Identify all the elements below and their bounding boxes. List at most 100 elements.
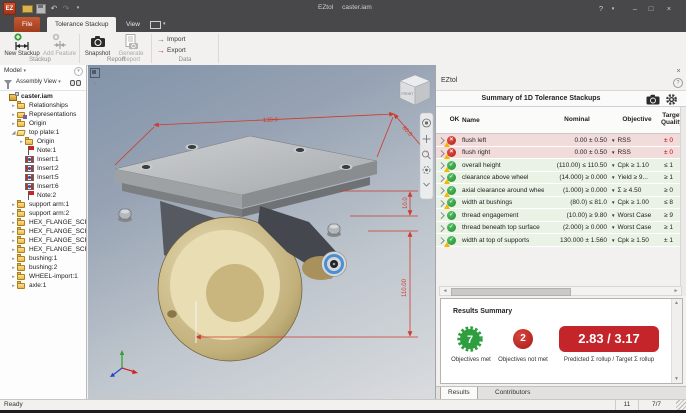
objective-dropdown-icon[interactable]: ▼ (611, 175, 615, 180)
stackup-row-flush-right[interactable]: ×flush right0.00 ± 0.50▼RSS± 0 (436, 147, 682, 160)
row-expander-icon[interactable] (436, 209, 447, 221)
stackup-row-thread-beneath-top-surface[interactable]: ✓thread beneath top surface(2.000) ≥ 0.0… (436, 222, 682, 235)
objective-dropdown-icon[interactable]: ▼ (611, 200, 615, 205)
scroll-up-icon[interactable]: ▲ (672, 300, 681, 306)
objective-cell[interactable]: ▼Cpk ≥ 1.50 (610, 237, 664, 244)
eztol-logo-icon[interactable]: EZ (3, 2, 16, 15)
tree-item-support-arm-1[interactable]: ▸support arm:1 (0, 200, 86, 209)
tree-item-insert-6[interactable]: Insert:6 (0, 182, 86, 191)
tree-item-hex-flange-screw-import-4[interactable]: ▸HEX_FLANGE_SCREW-import:4 (0, 245, 86, 254)
viewport-dock-icon[interactable] (90, 68, 100, 78)
objective-dropdown-icon[interactable]: ▼ (611, 163, 615, 168)
results-vertical-scrollbar[interactable]: ▲ ▼ (671, 299, 682, 383)
objective-cell[interactable]: ▼Cpk ≥ 1.00 (610, 199, 664, 206)
panel-options-icon[interactable]: ▾ (74, 67, 83, 76)
tree-item-note-2[interactable]: Note:2 (0, 191, 86, 200)
tab-contributors[interactable]: Contributors (488, 387, 537, 399)
screen-selector[interactable]: ▾ (150, 20, 174, 30)
objective-dropdown-icon[interactable]: ▼ (611, 213, 615, 218)
undo-icon[interactable]: ↶ (48, 2, 60, 15)
stackup-row-width-at-top-of-supports[interactable]: ✓width at top of supports130.000 ± 1.560… (436, 234, 682, 247)
expander-icon[interactable]: ▸ (10, 211, 17, 217)
col-name[interactable]: Name (462, 117, 544, 124)
objective-cell[interactable]: ▼Worst Case (610, 224, 664, 231)
help-dropdown-icon[interactable]: ▾ (606, 3, 620, 15)
col-ok[interactable]: OK (447, 117, 462, 124)
tree-item-note-1[interactable]: Note:1 (0, 146, 86, 155)
expander-icon[interactable]: ▸ (10, 283, 17, 289)
top-plate[interactable] (115, 136, 377, 217)
table-horizontal-scrollbar[interactable]: ◄ ► (439, 286, 682, 296)
import-button[interactable]: →Import (157, 34, 185, 45)
tree-item-hex-flange-screw-import-1[interactable]: ▸HEX_FLANGE_SCREW-import:1 (0, 218, 86, 227)
objective-cell[interactable]: ▼Worst Case (610, 212, 664, 219)
objective-dropdown-icon[interactable]: ▼ (611, 225, 615, 230)
model-panel-header[interactable]: Model ▾ ▾ (0, 65, 86, 77)
stackup-row-axial-clearance-around-wheel[interactable]: ✓axial clearance around wheel(1.000) ≥ 0… (436, 184, 682, 197)
row-expander-icon[interactable] (436, 222, 447, 234)
objective-cell[interactable]: ▼RSS (610, 137, 664, 144)
open-file-icon[interactable] (22, 5, 33, 13)
close-button[interactable]: × (662, 3, 676, 15)
assembly-view-dropdown[interactable]: Assembly View ▾ (16, 79, 61, 85)
expander-icon[interactable]: ▸ (10, 112, 17, 118)
qat-dropdown-icon[interactable]: ▾ (72, 2, 84, 15)
objective-dropdown-icon[interactable]: ▼ (611, 138, 615, 143)
expander-icon[interactable]: ▸ (18, 139, 25, 145)
panel-close-icon[interactable]: × (674, 67, 683, 76)
tab-file[interactable]: File (14, 17, 40, 32)
objective-cell[interactable]: ▼RSS (610, 149, 664, 156)
tree-item-insert-2[interactable]: Insert:2 (0, 164, 86, 173)
tree-item-insert-5[interactable]: Insert:5 (0, 173, 86, 182)
tree-item-relationships[interactable]: ▸Relationships (0, 101, 86, 110)
tab-tolerance-stackup[interactable]: Tolerance Stackup (47, 17, 116, 32)
view-cube[interactable]: FRONT (400, 75, 430, 105)
save-icon[interactable] (36, 4, 46, 14)
resize-grip[interactable] (676, 400, 686, 410)
expander-icon[interactable]: ▸ (10, 265, 17, 271)
tree-item-bushing-1[interactable]: ▸bushing:1 (0, 254, 86, 263)
3d-viewport[interactable]: ? (88, 65, 435, 399)
expander-icon[interactable]: ▸ (10, 220, 17, 226)
expander-icon[interactable]: ▸ (10, 121, 17, 127)
filter-icon[interactable] (4, 80, 12, 85)
tree-item-axle-1[interactable]: ▸axle:1 (0, 281, 86, 290)
stackup-row-width-at-bushings[interactable]: ✓width at bushings(80.0) ≤ 81.0▼Cpk ≥ 1.… (436, 197, 682, 210)
panel-help-icon[interactable]: ? (673, 78, 683, 88)
stackup-row-clearance-above-wheel[interactable]: ✓clearance above wheel(14.000) ≥ 0.000▼Y… (436, 172, 682, 185)
tree-item-hex-flange-screw-import-3[interactable]: ▸HEX_FLANGE_SCREW-import:3 (0, 236, 86, 245)
viewport-help-icon[interactable]: ? (90, 80, 100, 90)
tree-item-insert-1[interactable]: Insert:1 (0, 155, 86, 164)
maximize-button[interactable]: □ (644, 3, 658, 15)
scroll-left-icon[interactable]: ◄ (440, 287, 450, 295)
tree-item-caster-iam[interactable]: caster.iam (0, 92, 86, 101)
expander-icon[interactable]: ▸ (10, 274, 17, 280)
tree-item-top-plate-1[interactable]: ◢top plate:1 (0, 128, 86, 137)
stackup-row-overall-height[interactable]: ✓overall height(110.00) ≤ 110.50▼Cpk ≥ 1… (436, 159, 682, 172)
export-button[interactable]: →Export (157, 45, 186, 56)
table-vertical-scrollbar[interactable] (680, 107, 686, 296)
objective-dropdown-icon[interactable]: ▼ (611, 238, 615, 243)
objective-dropdown-icon[interactable]: ▼ (611, 188, 615, 193)
tree-item-origin[interactable]: ▸Origin (0, 137, 86, 146)
find-icon[interactable] (70, 80, 81, 87)
scrollbar-thumb[interactable] (451, 288, 571, 296)
col-nominal[interactable]: Nominal (544, 117, 610, 124)
stackup-row-thread-engagement[interactable]: ✓thread engagement(10.00) ≥ 9.80▼Worst C… (436, 209, 682, 222)
navigation-bar[interactable] (420, 113, 433, 199)
tab-view[interactable]: View (118, 17, 148, 32)
scroll-right-icon[interactable]: ► (671, 287, 681, 295)
tree-item-hex-flange-screw-import-2[interactable]: ▸HEX_FLANGE_SCREW-import:2 (0, 227, 86, 236)
minimize-button[interactable]: – (628, 3, 642, 15)
scroll-down-icon[interactable]: ▼ (672, 376, 681, 382)
expander-icon[interactable]: ▸ (10, 238, 17, 244)
objective-cell[interactable]: ▼Σ ≥ 4.50 (610, 187, 664, 194)
settings-button[interactable] (665, 93, 678, 108)
snapshot-table-button[interactable] (646, 94, 660, 107)
objective-cell[interactable]: ▼Yield ≥ 9... (610, 174, 664, 181)
expander-icon[interactable]: ▸ (10, 256, 17, 262)
stackup-row-flush-left[interactable]: ×flush left0.00 ± 0.50▼RSS± 0 (436, 134, 682, 147)
tree-item-bushing-2[interactable]: ▸bushing:2 (0, 263, 86, 272)
expander-icon[interactable]: ▸ (10, 103, 17, 109)
expander-icon[interactable]: ▸ (10, 247, 17, 253)
